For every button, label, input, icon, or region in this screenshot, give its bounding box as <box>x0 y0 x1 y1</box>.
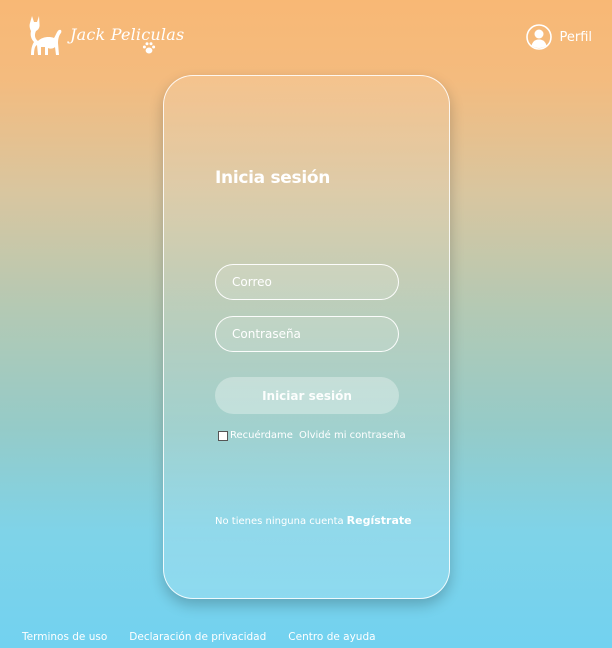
password-input[interactable] <box>215 316 399 352</box>
privacy-link[interactable]: Declaración de privacidad <box>129 631 266 643</box>
login-card: Inicia sesión Iniciar sesión Recuérdame … <box>163 75 450 599</box>
remember-checkbox[interactable] <box>218 430 228 441</box>
signup-prompt: No tienes ninguna cuenta <box>215 516 344 527</box>
login-button[interactable]: Iniciar sesión <box>215 377 399 414</box>
paw-icon <box>142 42 156 54</box>
email-input[interactable] <box>215 264 399 300</box>
forgot-password-link[interactable]: Olvidé mi contraseña <box>299 430 406 441</box>
signup-row: No tienes ninguna cuenta Regístrate <box>215 514 412 527</box>
user-avatar-icon <box>526 24 553 50</box>
brand-name: Jack Peliculas <box>70 25 185 44</box>
cat-icon <box>29 16 62 55</box>
footer-links: Terminos de uso Declaración de privacida… <box>22 631 376 643</box>
login-title: Inicia sesión <box>215 168 331 188</box>
profile-link[interactable]: Perfil <box>526 24 592 50</box>
profile-label: Perfil <box>559 29 592 45</box>
help-link[interactable]: Centro de ayuda <box>288 631 375 643</box>
brand-logo[interactable]: Jack Peliculas <box>26 13 184 57</box>
remember-label[interactable]: Recuérdame <box>230 430 293 441</box>
terms-link[interactable]: Terminos de uso <box>22 631 107 643</box>
login-options: Recuérdame Olvidé mi contraseña <box>218 430 406 441</box>
signup-link[interactable]: Regístrate <box>347 514 412 527</box>
